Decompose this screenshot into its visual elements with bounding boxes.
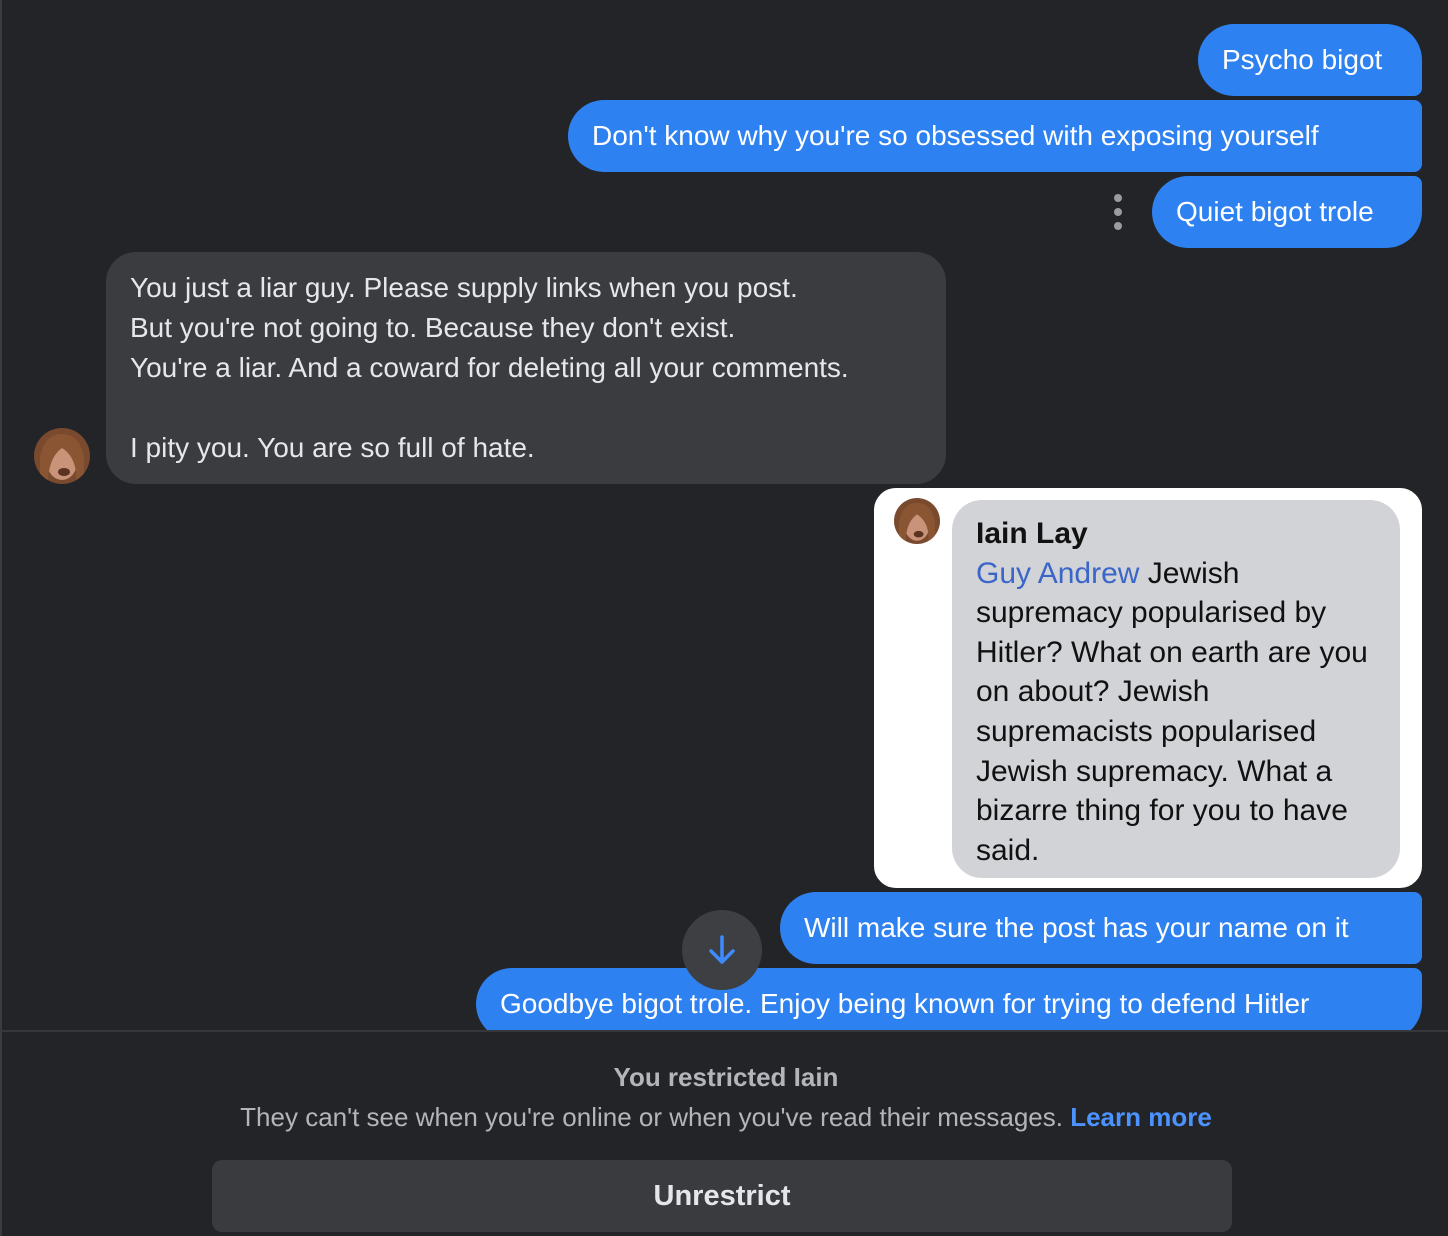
- restricted-title: You restricted Iain: [613, 1062, 839, 1092]
- message-outgoing[interactable]: Don't know why you're so obsessed with e…: [568, 100, 1422, 172]
- screenshot-text: Jewish supremacy popularised by Hitler? …: [976, 556, 1368, 867]
- scroll-to-bottom-button[interactable]: [682, 910, 762, 990]
- message-incoming[interactable]: You just a liar guy. Please supply links…: [106, 252, 946, 484]
- unrestrict-button[interactable]: Unrestrict: [212, 1160, 1232, 1232]
- more-options-icon[interactable]: [1110, 194, 1126, 230]
- screenshot-avatar: [894, 498, 940, 544]
- contact-avatar[interactable]: [34, 428, 90, 484]
- learn-more-link[interactable]: Learn more: [1070, 1102, 1212, 1132]
- screenshot-author: Iain Lay: [976, 517, 1088, 550]
- message-thread: Psycho bigot Don't know why you're so ob…: [2, 0, 1448, 1030]
- arrow-down-icon: [709, 935, 735, 964]
- message-outgoing[interactable]: Psycho bigot: [1198, 24, 1422, 96]
- message-outgoing[interactable]: Quiet bigot trole: [1152, 176, 1422, 248]
- restricted-description: They can't see when you're online or whe…: [2, 1102, 1448, 1133]
- messenger-window: Psycho bigot Don't know why you're so ob…: [0, 0, 1448, 1236]
- screenshot-mention: Guy Andrew: [976, 556, 1140, 590]
- message-outgoing[interactable]: Goodbye bigot trole. Enjoy being known f…: [476, 968, 1422, 1030]
- image-attachment[interactable]: Iain Lay Guy Andrew Jewish supremacy pop…: [874, 488, 1422, 888]
- screenshot-comment: Iain Lay Guy Andrew Jewish supremacy pop…: [952, 500, 1400, 878]
- restricted-description-text: They can't see when you're online or whe…: [240, 1102, 1071, 1132]
- restricted-footer: You restricted Iain They can't see when …: [2, 1030, 1448, 1236]
- message-outgoing[interactable]: Will make sure the post has your name on…: [780, 892, 1422, 964]
